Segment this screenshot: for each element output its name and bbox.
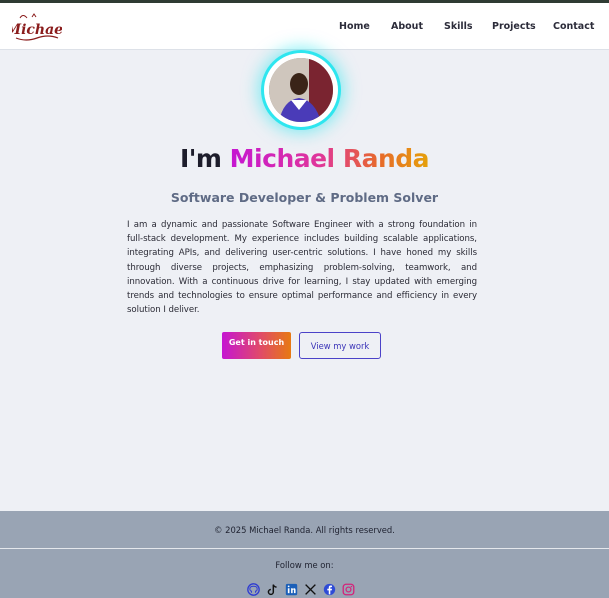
view-my-work-button[interactable]: View my work: [299, 332, 381, 359]
hero-subtitle: Software Developer & Problem Solver: [170, 190, 439, 205]
facebook-icon[interactable]: [322, 582, 336, 596]
copyright-text: © 2025 Michael Randa. All rights reserve…: [214, 525, 395, 535]
site-logo[interactable]: Michael: [12, 12, 62, 42]
x-icon[interactable]: [303, 582, 317, 596]
nav-about[interactable]: About: [391, 21, 423, 32]
hero-bio: I am a dynamic and passionate Software E…: [127, 220, 477, 316]
profile-photo: [269, 58, 333, 122]
footer-divider: [0, 548, 609, 549]
tiktok-icon[interactable]: [265, 582, 279, 596]
profile-photo-frame: [264, 53, 338, 127]
follow-label: Follow me on:: [275, 560, 334, 570]
instagram-icon[interactable]: [341, 582, 355, 596]
social-links: [246, 582, 355, 596]
hero-headline: I'm Michael Randa: [0, 144, 609, 173]
nav-projects[interactable]: Projects: [492, 21, 536, 32]
github-icon[interactable]: [246, 582, 260, 596]
site-header: Michael Home About Skills Projects Conta…: [0, 3, 609, 50]
site-footer: © 2025 Michael Randa. All rights reserve…: [0, 511, 609, 598]
svg-text:Michael: Michael: [12, 22, 62, 38]
get-in-touch-button[interactable]: Get in touch: [222, 332, 291, 359]
hero-name: Michael Randa: [229, 144, 430, 173]
nav-skills[interactable]: Skills: [444, 21, 473, 32]
linkedin-icon[interactable]: [284, 582, 298, 596]
hero-greeting: I'm: [179, 144, 230, 173]
nav-contact[interactable]: Contact: [553, 21, 594, 32]
nav-home[interactable]: Home: [339, 21, 370, 32]
